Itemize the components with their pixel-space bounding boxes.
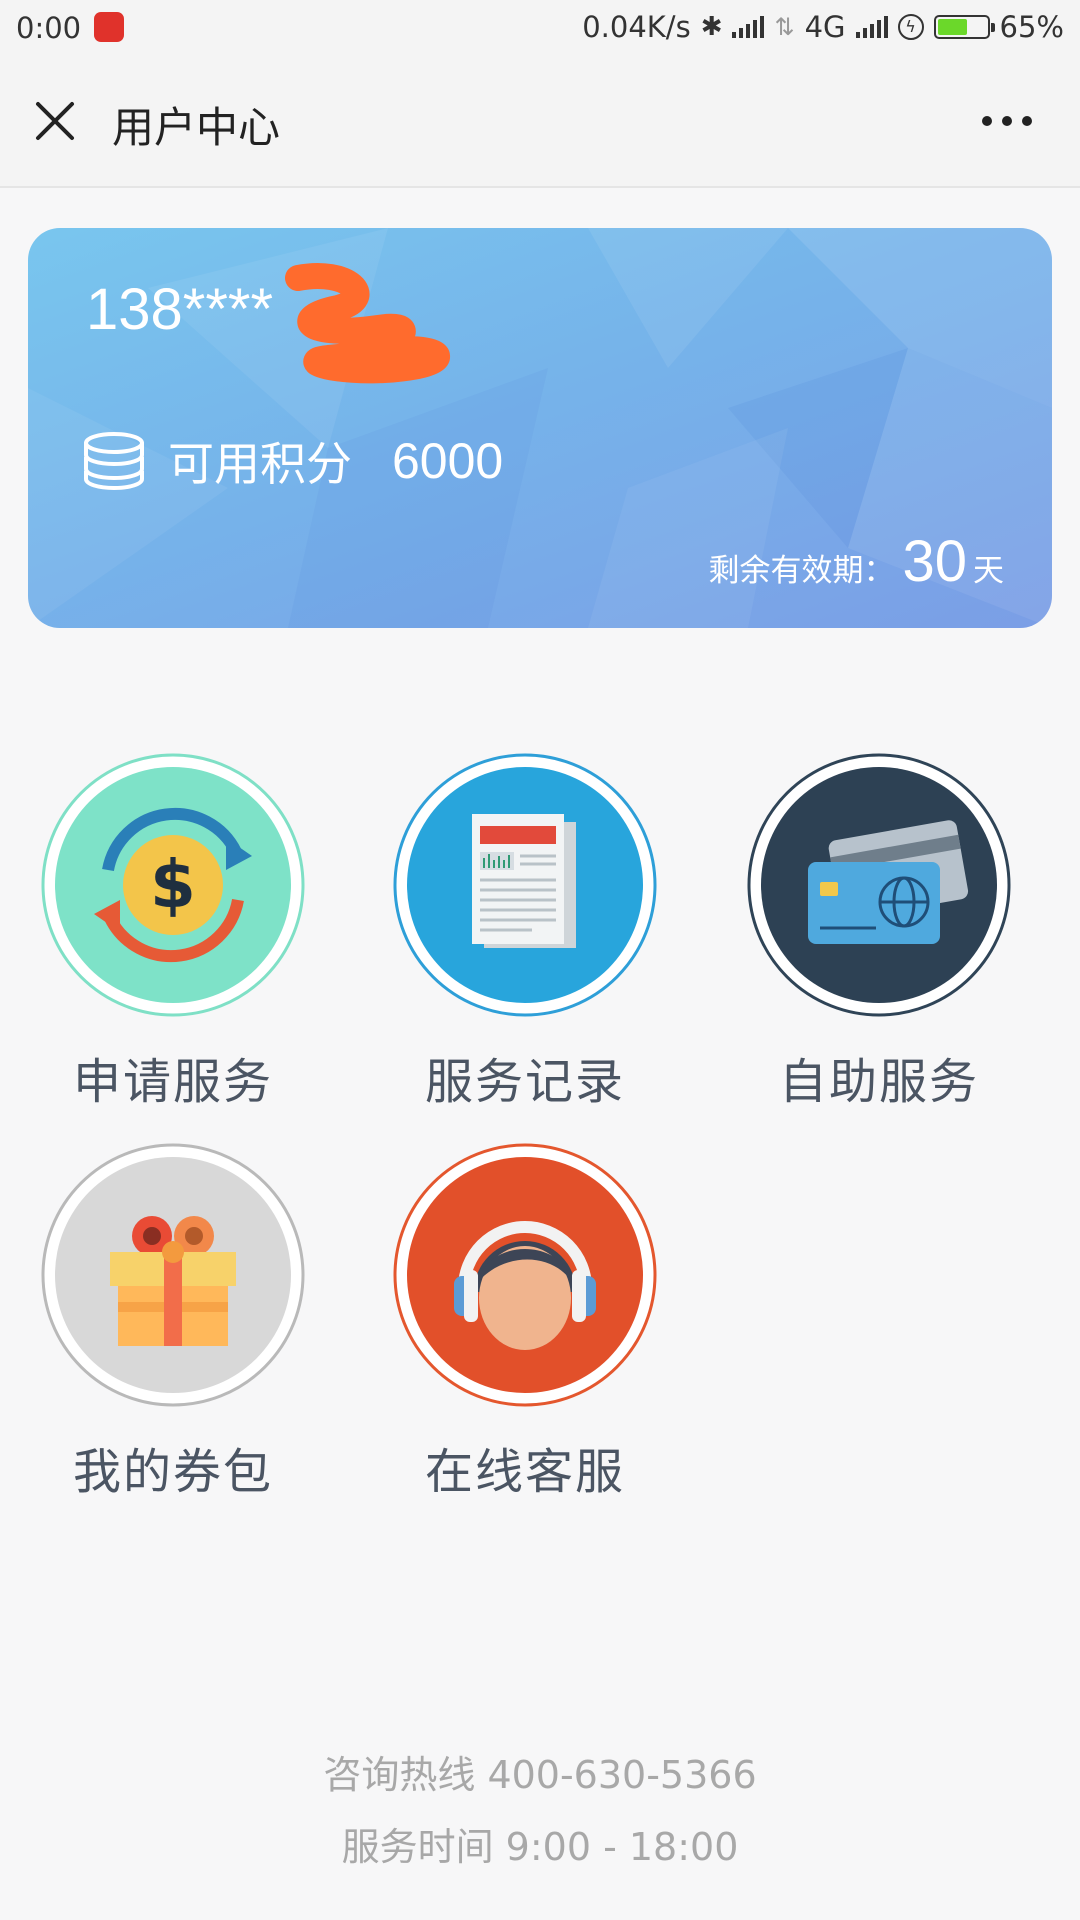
coin-stack-icon (84, 432, 144, 491)
hotline-text: 咨询热线 400-630-5366 (323, 1753, 757, 1797)
data-arrows-icon: ⇅ (774, 13, 795, 41)
service-label: 申请服务 (72, 1054, 273, 1110)
points-value: 6000 (392, 433, 504, 489)
credit-card-icon (747, 753, 1011, 1017)
page: 0:00 0.04K/s ✱ ⇅ 4G ϟ 65% 用户中心 138**** 可… (0, 0, 1080, 1920)
service-label: 我的券包 (72, 1444, 273, 1500)
phone-number: 138**** (86, 277, 274, 342)
battery-icon (933, 15, 995, 39)
page-title: 用户中心 (112, 103, 281, 152)
member-card: 138**** 可用积分 6000 剩余有效期： 30 天 (28, 228, 1052, 628)
service-records[interactable]: 服务记录 (390, 752, 660, 1112)
status-bar: 0:00 0.04K/s ✱ ⇅ 4G ϟ 65% (0, 0, 1080, 56)
status-time: 0:00 (16, 11, 82, 45)
top-bar: 用户中心 (0, 56, 1080, 188)
status-right-group: 0.04K/s ✱ ⇅ 4G ϟ 65% (582, 10, 1064, 44)
signal-icon-2 (855, 16, 888, 38)
svg-text:$: $ (150, 846, 196, 923)
points-label: 可用积分 (168, 437, 352, 491)
close-button[interactable] (30, 96, 80, 146)
validity-days: 30 (902, 529, 967, 594)
newspaper-icon (393, 753, 657, 1017)
service-online-support[interactable]: 在线客服 (390, 1142, 660, 1502)
charging-icon: ϟ (897, 14, 924, 40)
more-button[interactable] (982, 116, 1032, 126)
service-apply[interactable]: $ 申请服务 (38, 752, 308, 1112)
network-type: 4G (804, 10, 846, 44)
service-label: 服务记录 (424, 1054, 625, 1110)
service-label: 自助服务 (778, 1054, 979, 1110)
service-self[interactable]: 自助服务 (744, 752, 1014, 1112)
headset-agent-icon (393, 1143, 657, 1407)
app-notification-icon (94, 12, 124, 42)
gift-icon (41, 1143, 305, 1407)
service-hours-text: 服务时间 9:00 - 18:00 (341, 1825, 739, 1869)
service-label: 在线客服 (424, 1444, 625, 1500)
close-icon (36, 102, 74, 140)
validity-unit: 天 (973, 553, 1004, 589)
validity-period: 剩余有效期： 30 天 (708, 528, 1004, 595)
points-row: 可用积分 6000 (82, 428, 503, 494)
validity-label: 剩余有效期： (708, 553, 895, 589)
bluetooth-icon: ✱ (700, 12, 723, 42)
service-coupons[interactable]: 我的券包 (38, 1142, 308, 1502)
battery-percent: 65% (999, 10, 1064, 44)
network-speed: 0.04K/s (582, 10, 691, 44)
signal-icon (732, 16, 765, 38)
more-icon (982, 116, 992, 126)
dollar-exchange-icon: $ (41, 753, 305, 1017)
redaction-scribble (285, 263, 451, 384)
